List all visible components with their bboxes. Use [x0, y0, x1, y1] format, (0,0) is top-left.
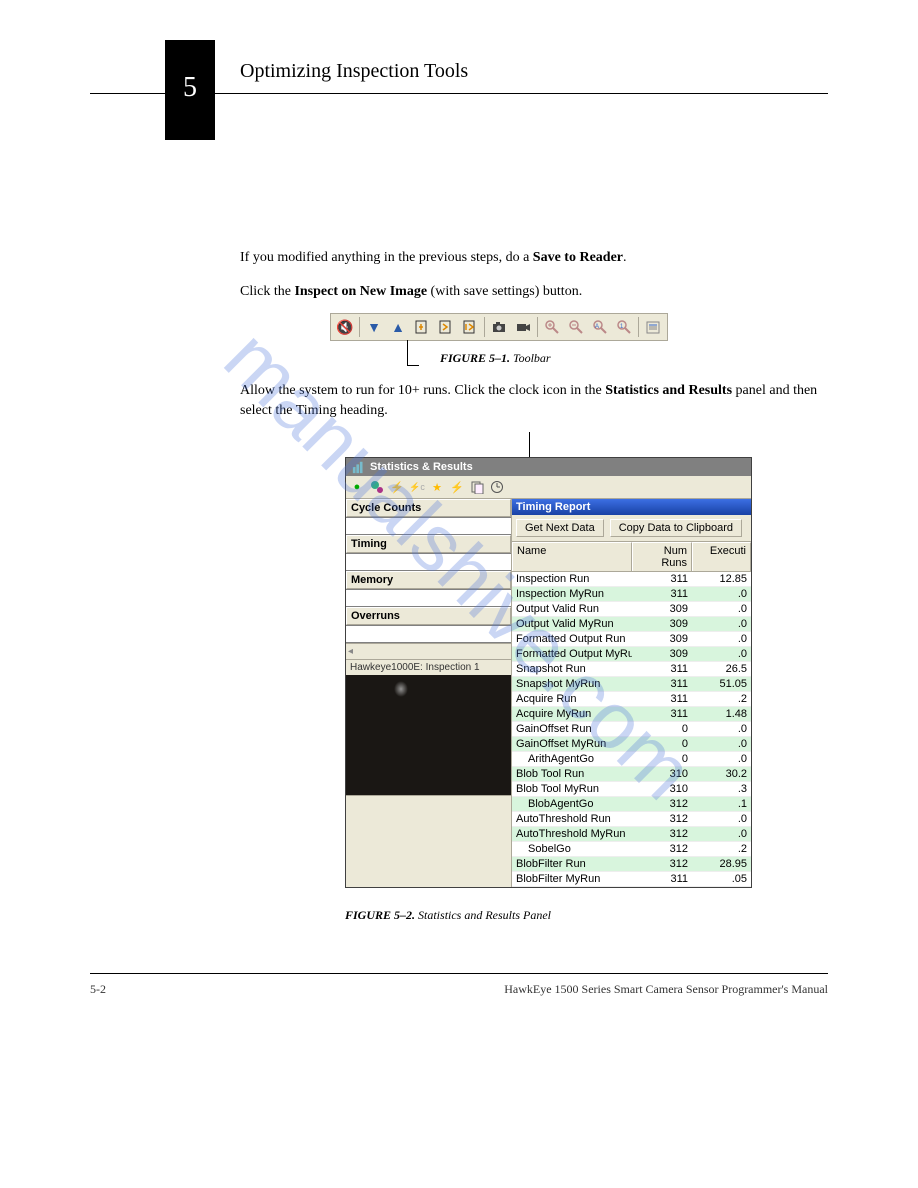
table-row[interactable]: AutoThreshold MyRun312.0	[512, 827, 751, 842]
paragraph-1: If you modified anything in the previous…	[240, 248, 828, 268]
table-row[interactable]: Formatted Output Run309.0	[512, 632, 751, 647]
table-row[interactable]: BlobFilter MyRun311.05	[512, 872, 751, 887]
table-row[interactable]: Output Valid MyRun309.0	[512, 617, 751, 632]
paragraph-3: Allow the system to run for 10+ runs. Cl…	[240, 381, 828, 420]
figure-2-caption: FIGURE 5–2. Statistics and Results Panel	[345, 908, 828, 923]
page-footer: 5-2 HawkEye 1500 Series Smart Camera Sen…	[90, 973, 828, 1037]
col-numruns[interactable]: Num Runs	[632, 542, 692, 571]
table-row[interactable]: SobelGo312.2	[512, 842, 751, 857]
mute-icon[interactable]: 🔇	[334, 316, 356, 338]
table-row[interactable]: ArithAgentGo0.0	[512, 752, 751, 767]
clock-icon[interactable]	[488, 478, 506, 496]
zoom-info-icon[interactable]: 1	[613, 316, 635, 338]
figure-statistics-panel: Statistics & Results /*fallback fix belo…	[345, 432, 828, 888]
frame-out-icon[interactable]	[459, 316, 481, 338]
table-row[interactable]: Acquire Run311.2	[512, 692, 751, 707]
timing-title: Timing Report	[512, 499, 751, 515]
scrollbar-h[interactable]: ◂	[346, 643, 511, 659]
figure-toolbar: 🔇 ▼ ▲	[330, 313, 828, 341]
categories-pane: Cycle Counts Timing Memory Overruns ◂	[346, 499, 511, 659]
col-name[interactable]: Name	[512, 542, 632, 571]
callout-line-h	[407, 365, 419, 366]
table-row[interactable]: BlobFilter Run31228.95	[512, 857, 751, 872]
preview-image	[346, 675, 511, 795]
category-memory[interactable]: Memory	[346, 571, 511, 589]
triangle-down-icon[interactable]: ▼	[363, 316, 385, 338]
table-row[interactable]: Blob Tool MyRun310.3	[512, 782, 751, 797]
table-row[interactable]: Inspection Run31112.85	[512, 572, 751, 587]
window-title: Statistics & Results	[370, 461, 473, 473]
camcorder-icon[interactable]	[512, 316, 534, 338]
bolt2-icon[interactable]: ⚡	[448, 478, 466, 496]
properties-icon[interactable]	[642, 316, 664, 338]
table-row[interactable]: GainOffset Run0.0	[512, 722, 751, 737]
bolt-icon[interactable]: ⚡	[388, 478, 406, 496]
callout-line	[407, 340, 408, 365]
copy-icon[interactable]	[468, 478, 486, 496]
toolbar: 🔇 ▼ ▲	[330, 313, 668, 341]
category-timing[interactable]: Timing	[346, 535, 511, 553]
window-title-bar: Statistics & Results /*fallback fix belo…	[346, 458, 751, 476]
table-row[interactable]: Output Valid Run309.0	[512, 602, 751, 617]
triangle-up-icon[interactable]: ▲	[387, 316, 409, 338]
green-dot-icon[interactable]: ●	[348, 478, 366, 496]
timing-report-pane: Timing Report Get Next Data Copy Data to…	[511, 499, 751, 887]
statistics-window: Statistics & Results /*fallback fix belo…	[345, 457, 752, 888]
category-overruns[interactable]: Overruns	[346, 607, 511, 625]
copy-to-clipboard-button[interactable]: Copy Data to Clipboard	[610, 519, 742, 537]
chapter-title: Optimizing Inspection Tools	[240, 60, 828, 93]
timing-table-header: Name Num Runs Executi	[512, 542, 751, 572]
figure-1-caption: FIGURE 5–1. Toolbar	[440, 351, 828, 366]
svg-text:A: A	[595, 324, 599, 330]
timing-table-body: Inspection Run31112.85Inspection MyRun31…	[512, 572, 751, 887]
table-row[interactable]: Inspection MyRun311.0	[512, 587, 751, 602]
table-row[interactable]: Snapshot MyRun31151.05	[512, 677, 751, 692]
frame-next-icon[interactable]	[435, 316, 457, 338]
table-row[interactable]: GainOffset MyRun0.0	[512, 737, 751, 752]
col-executi[interactable]: Executi	[692, 542, 751, 571]
frame-step-icon[interactable]	[411, 316, 433, 338]
gears-icon[interactable]	[368, 478, 386, 496]
zoom-auto-icon[interactable]: A	[589, 316, 611, 338]
page-number: 5-2	[90, 982, 106, 997]
table-row[interactable]: Snapshot Run31126.5	[512, 662, 751, 677]
category-cycle-counts[interactable]: Cycle Counts	[346, 499, 511, 517]
table-row[interactable]: BlobAgentGo312.1	[512, 797, 751, 812]
get-next-data-button[interactable]: Get Next Data	[516, 519, 604, 537]
zoom-in-icon[interactable]	[541, 316, 563, 338]
chapter-num-box: 5	[165, 40, 215, 140]
star-icon[interactable]: ★	[428, 478, 446, 496]
manual-title: HawkEye 1500 Series Smart Camera Sensor …	[504, 982, 828, 997]
callout-line-panel	[529, 432, 530, 457]
chapter-header: 5 Optimizing Inspection Tools	[90, 60, 828, 94]
zoom-out-icon[interactable]	[565, 316, 587, 338]
bolt-c-icon[interactable]: ⚡c	[408, 478, 426, 496]
status-bar: Hawkeye1000E: Inspection 1	[346, 659, 511, 675]
table-row[interactable]: Formatted Output MyRu309.0	[512, 647, 751, 662]
paragraph-2: Click the Inspect on New Image (with sav…	[240, 282, 828, 302]
table-row[interactable]: Acquire MyRun3111.48	[512, 707, 751, 722]
camera-icon[interactable]	[488, 316, 510, 338]
statistics-toolbar: ● ⚡ ⚡c ★ ⚡	[346, 476, 751, 499]
table-row[interactable]: AutoThreshold Run312.0	[512, 812, 751, 827]
table-row[interactable]: Blob Tool Run31030.2	[512, 767, 751, 782]
